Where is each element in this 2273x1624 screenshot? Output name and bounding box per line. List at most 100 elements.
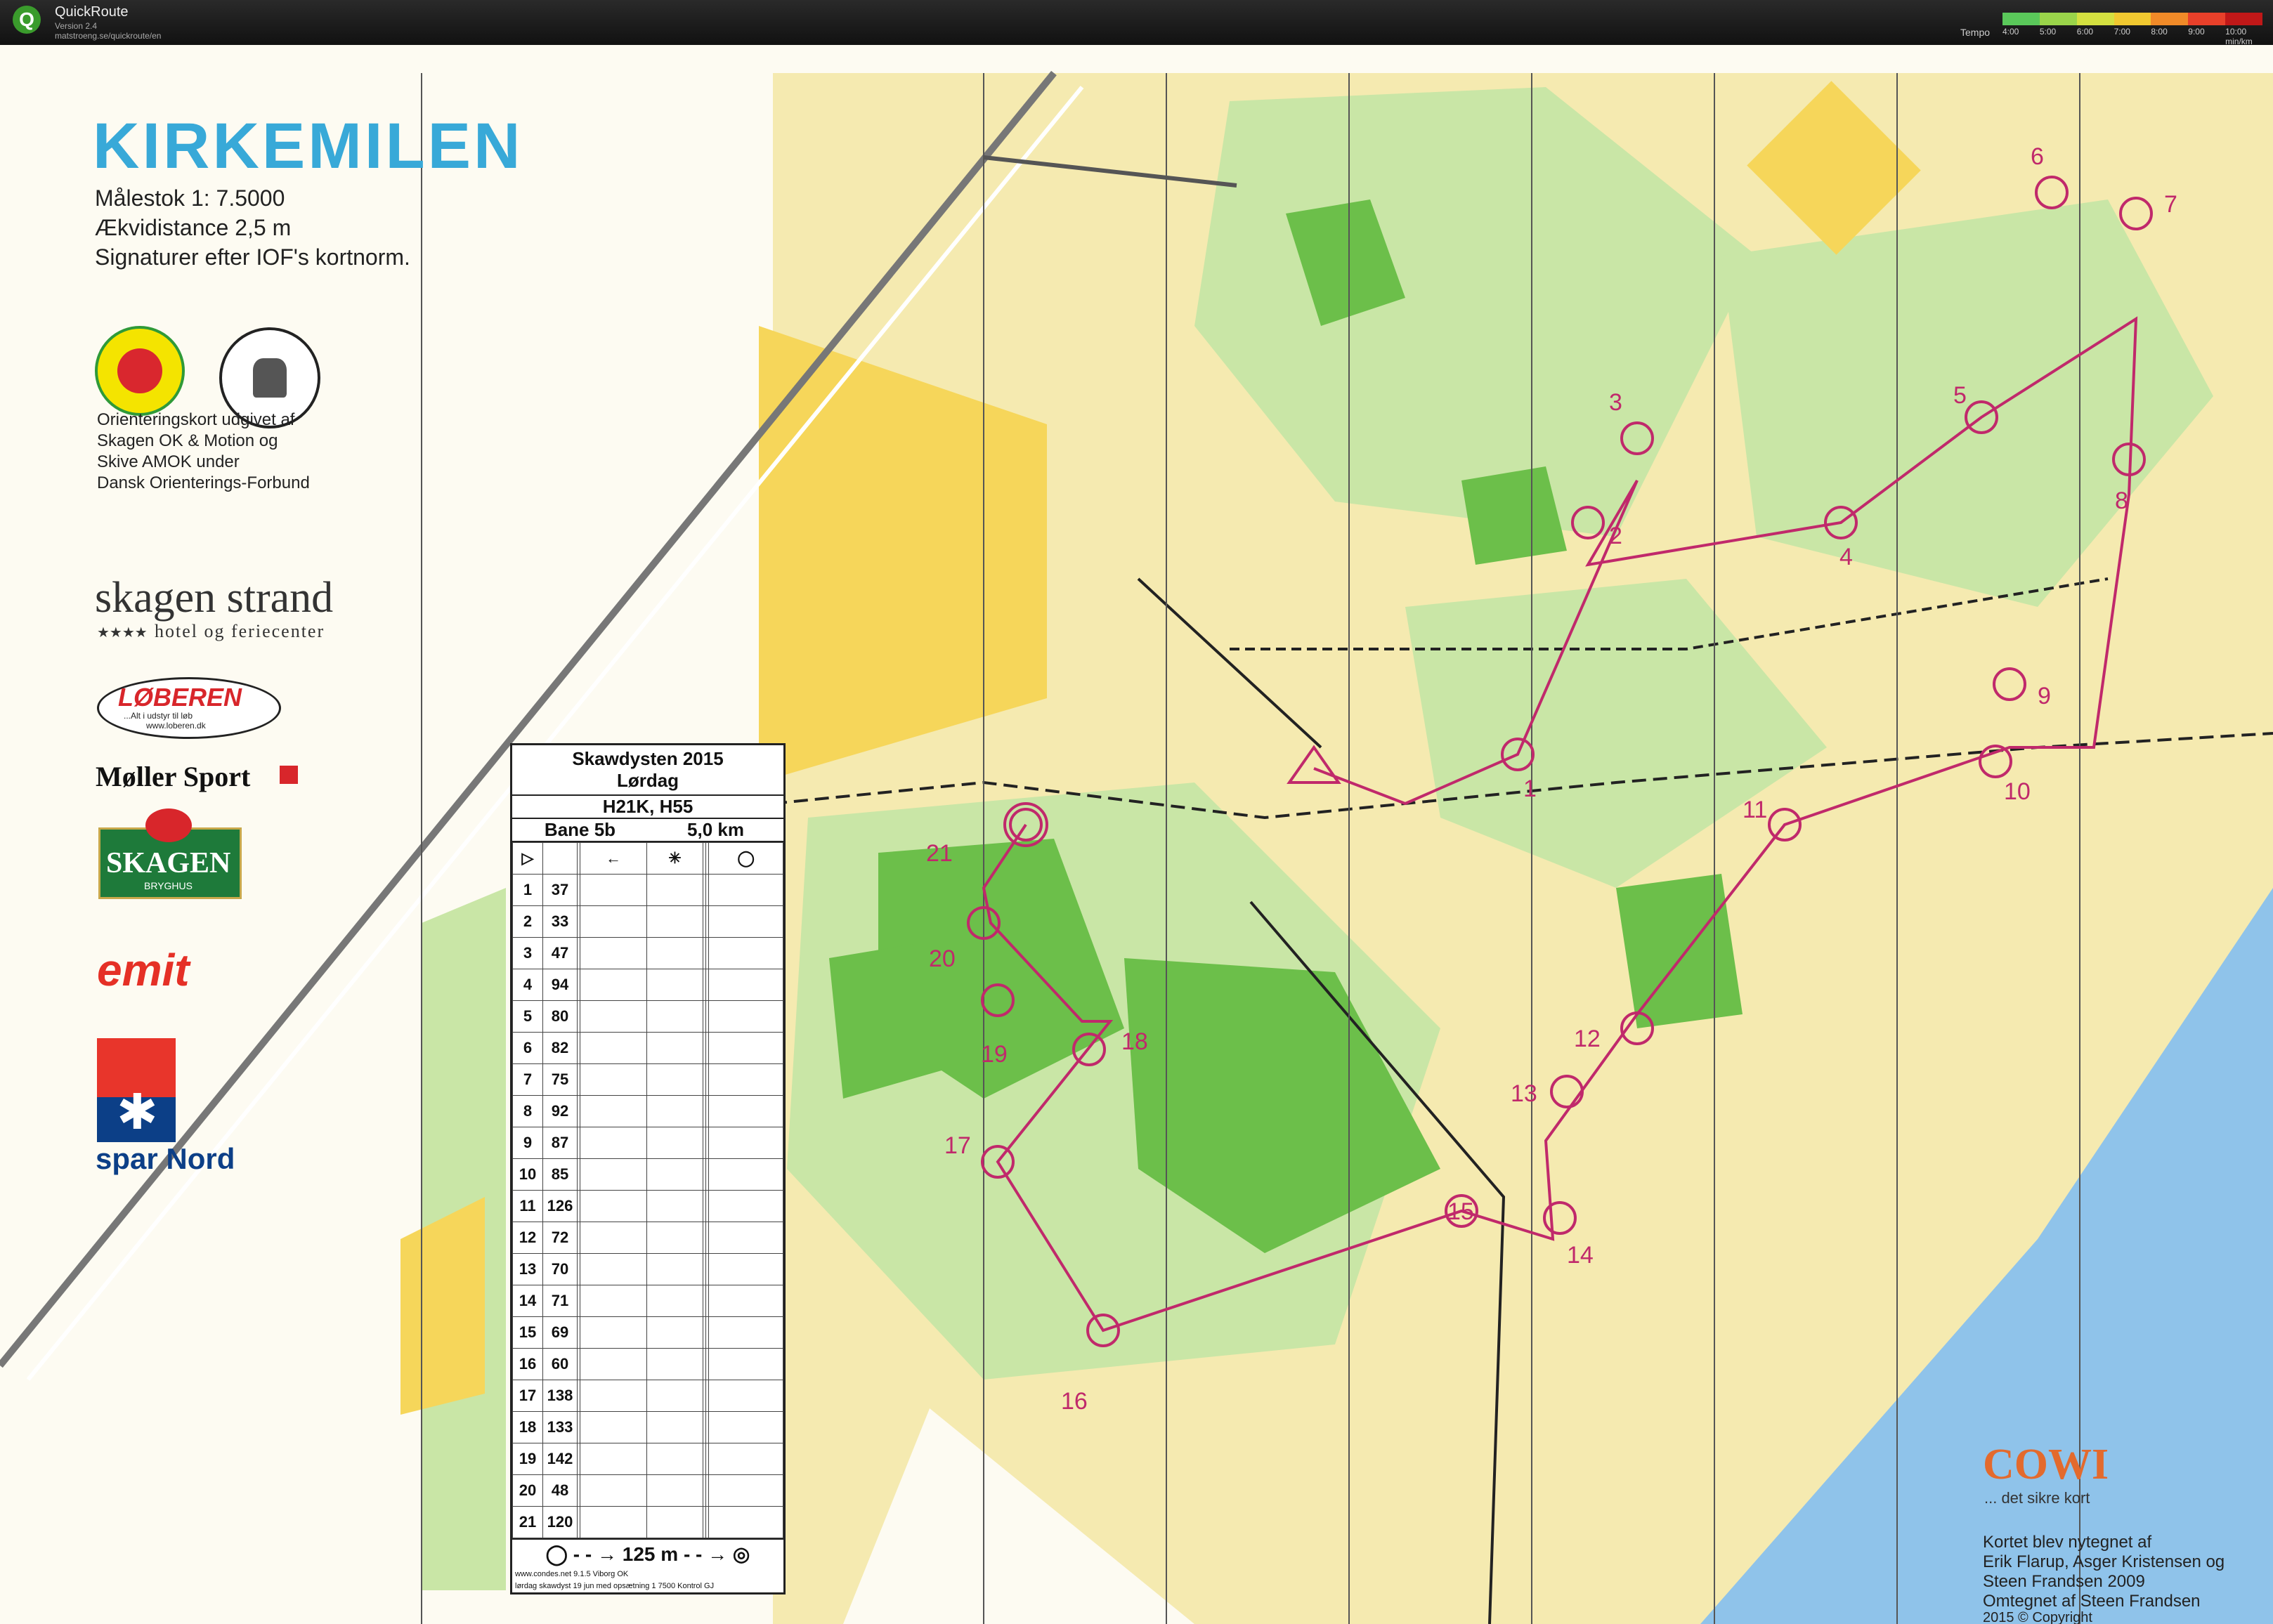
control-code: 87 [542,1127,578,1159]
control-symbol-cell [708,1506,783,1538]
control-number: 14 [512,1285,543,1317]
control-label: 13 [1511,1080,1537,1107]
course-info: Bane 5b 5,0 km [512,819,783,842]
software-credit: www.condes.net 9.1.5 Viborg OK [515,1570,629,1578]
control-number: 19 [512,1443,543,1475]
control-code: 120 [542,1506,578,1538]
control-symbol-cell [646,1380,704,1412]
control-row: 15 69 [512,1316,783,1349]
control-row: 4 94 [512,969,783,1001]
control-label: 10 [2004,778,2031,805]
quickroute-icon: Q [13,6,41,34]
tempo-tick-label: 10:00 min/km [2225,27,2253,46]
app-title-bar: Q QuickRoute Version 2.4 matstroeng.se/q… [0,0,2273,46]
credit-line: 2015 © Copyright [1983,1610,2092,1624]
tempo-tick-label: 7:00 [2114,27,2130,37]
control-feature-icon: ◯ [708,842,783,875]
control-label: 9 [2038,683,2051,709]
tempo-tick-label: 6:00 [2076,27,2094,37]
control-row: 20 48 [512,1474,783,1507]
control-label: 8 [2115,487,2128,514]
control-symbol-cell [646,969,704,1001]
control-row: 5 80 [512,1000,783,1033]
course-credit: lørdag skawdyst 19 jun med opsætning 1 7… [515,1582,715,1590]
control-code: 75 [542,1063,578,1096]
control-symbol-cell [708,937,783,969]
control-code: 72 [542,1222,578,1254]
control-number: 11 [512,1190,543,1222]
event-name: Skawdysten 2015 [572,748,724,769]
control-symbol-cell [708,1380,783,1412]
map-norm: Signaturer efter IOF's kortnorm. [95,244,410,270]
control-row: 16 60 [512,1348,783,1380]
control-code: 80 [542,1000,578,1033]
control-symbol-cell [580,1000,647,1033]
cowi-logo: COWI [1983,1441,2109,1488]
control-number: 5 [512,1000,543,1033]
control-label: 1 [1523,775,1537,802]
control-symbol-cell [708,1443,783,1475]
control-symbol-cell [646,1506,704,1538]
control-symbol-cell [646,1222,704,1254]
emit-logo: emit [97,945,190,995]
control-symbol-cell [580,937,647,969]
control-number: 6 [512,1032,543,1064]
control-code: 92 [542,1095,578,1127]
control-label: 16 [1061,1388,1088,1415]
control-number: 2 [512,905,543,938]
skagen-bryghus-logo: SKAGEN BRYGHUS [98,808,242,899]
bryghus-badge-icon [145,808,192,842]
credit-line: Omtegnet af Steen Frandsen [1983,1592,2201,1611]
control-symbol-cell [646,1253,704,1285]
control-symbol-cell [708,1032,783,1064]
control-number: 17 [512,1380,543,1412]
control-symbol-cell [580,1474,647,1507]
control-label: 11 [1743,797,1768,823]
control-symbol-cell [646,1348,704,1380]
orienteering-map[interactable]: 1 2 3 4 5 6 7 8 9 10 11 12 13 14 15 16 1… [0,45,2273,1624]
publisher-line: Dansk Orienterings-Forbund [97,473,310,492]
control-row: 7 75 [512,1063,783,1096]
control-number: 7 [512,1063,543,1096]
control-row: 17 138 [512,1380,783,1412]
control-symbol-cell [580,1506,647,1538]
control-symbol-cell [580,1285,647,1317]
control-symbol-cell [580,1095,647,1127]
control-symbol-cell [646,1158,704,1191]
control-row: 2 33 [512,905,783,938]
control-number: 18 [512,1411,543,1443]
control-description-table: ▷ ← ✳ ◯ 1 37 2 33 3 47 4 94 5 80 6 82 7 75 8 92 9 87 10 85 1… [512,842,783,1538]
skagen-strand-subtitle: hotel og feriecenter [155,621,325,641]
tempo-color-step [2076,13,2114,25]
control-label: 21 [926,840,953,867]
tempo-scale-ticks: 4:00 5:00 6:00 7:00 8:00 9:00 10:00 min/km [2002,27,2262,46]
direction-arrow-icon: ← [580,842,647,875]
control-symbol-cell [580,874,647,906]
control-label: 4 [1839,544,1853,570]
control-symbol-cell [646,1095,704,1127]
control-symbol-cell [708,1411,783,1443]
control-symbol-cell [580,1127,647,1159]
control-symbol-cell [646,1285,704,1317]
cowi-tagline: ... det sikre kort [1984,1489,2090,1507]
control-label: 15 [1447,1198,1474,1225]
tempo-tick-label: 5:00 [2039,27,2057,37]
control-number: 9 [512,1127,543,1159]
control-symbol-cell [646,905,704,938]
skagen-bryghus-sub: BRYGHUS [144,880,193,891]
loberen-url: www.loberen.dk [146,721,206,731]
control-row: 13 70 [512,1253,783,1285]
control-symbol-cell [580,969,647,1001]
control-description-sheet: Skawdysten 2015 Lørdag H21K, H55 Bane 5b… [510,743,786,1594]
control-code: 33 [542,905,578,938]
control-symbol-cell [708,905,783,938]
control-symbol-cell [708,1127,783,1159]
fence-symbol-icon: ✳ [646,842,704,875]
control-code: 37 [542,874,578,906]
control-row: 21 120 [512,1506,783,1538]
control-label: 17 [944,1132,971,1159]
credit-line: Erik Flarup, Asger Kristensen og [1983,1552,2225,1571]
course-name: Bane 5b [544,819,616,840]
start-row: ▷ ← ✳ ◯ [512,842,783,875]
control-symbol-cell [580,1253,647,1285]
